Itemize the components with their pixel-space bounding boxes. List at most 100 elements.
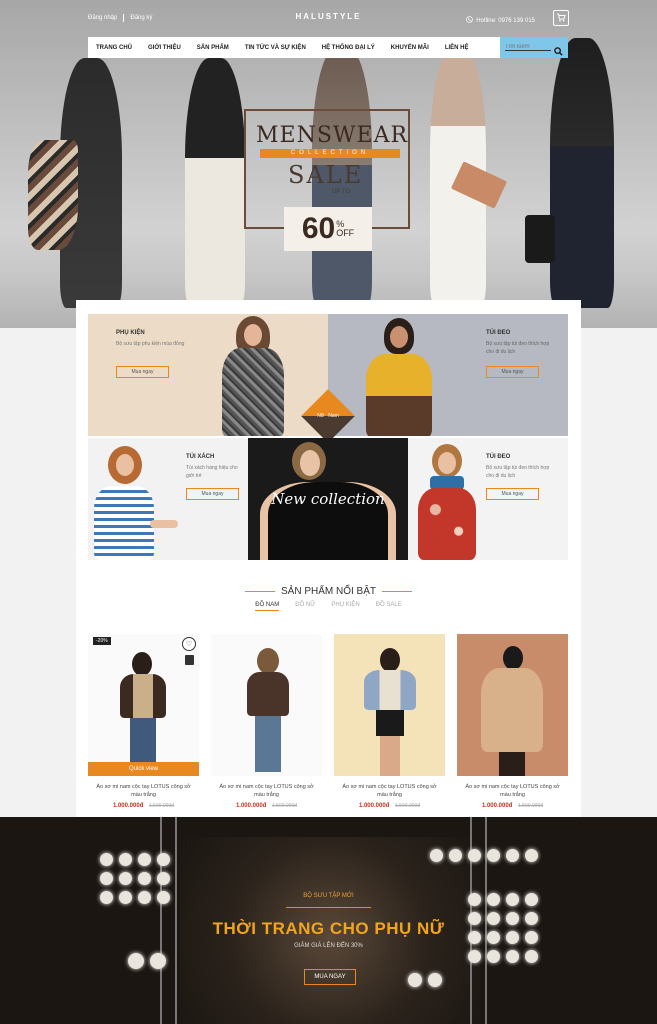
model-shirt xyxy=(94,486,154,560)
search-input[interactable] xyxy=(505,44,551,51)
banner-title: PHỤ KIỆN xyxy=(116,330,145,336)
title-line-left xyxy=(244,590,275,592)
model-shorts xyxy=(376,710,404,736)
buy-now-button[interactable]: Mua ngay xyxy=(116,366,169,378)
model-hand xyxy=(150,520,178,528)
cart-icon xyxy=(556,12,566,24)
nav-item-home[interactable]: TRANG CHỦ xyxy=(88,45,140,51)
product-name[interactable]: Áo sơ mi nam cộc tay LOTUS công sở màu t… xyxy=(211,783,322,799)
hero-model-2 xyxy=(185,58,245,308)
promo-line-menswear: MENSWEAR xyxy=(256,123,409,148)
product-model xyxy=(364,648,416,776)
model-face xyxy=(244,324,262,346)
nav-item-contact[interactable]: LIÊN HỆ xyxy=(437,45,477,51)
gender-male[interactable]: Nam xyxy=(328,413,339,419)
site-logo[interactable]: HALUSTYLE xyxy=(296,12,362,21)
nav-item-products[interactable]: SẢN PHẨM xyxy=(189,45,237,51)
banner-title: TÚI ĐEO xyxy=(486,330,511,336)
nav-item-promotions[interactable]: KHUYẾN MÃI xyxy=(383,45,437,51)
banner-phu-kien[interactable]: PHỤ KIỆN Bộ sưu tập phụ kiện mùa đông Mu… xyxy=(88,314,328,436)
model-face xyxy=(300,450,320,476)
hotline: Hotline: 0976 139 015 xyxy=(466,16,535,25)
hotline-text: Hotline: 0976 139 015 xyxy=(476,17,535,24)
buy-now-cta-button[interactable]: MUA NGAY xyxy=(304,969,356,985)
gender-switch[interactable]: Nữ Nam xyxy=(301,389,355,443)
tag-underline xyxy=(286,907,371,908)
gender-switch-labels: Nữ Nam xyxy=(309,397,347,435)
hero-banner: Đăng nhập Đăng ký HALUSTYLE Hotline: 097… xyxy=(0,0,657,328)
featured-tabs: ĐỒ NAM ĐỒ NỮ PHỤ KIỆN ĐỒ SALE xyxy=(76,602,581,611)
product-card[interactable]: Áo sơ mi nam cộc tay LOTUS công sở màu t… xyxy=(211,634,322,809)
model-jacket xyxy=(364,670,416,710)
auth-separator xyxy=(123,14,125,22)
tab-do-sale[interactable]: ĐỒ SALE xyxy=(376,602,402,611)
product-name[interactable]: Áo sơ mi nam cộc tay LOTUS công sở màu t… xyxy=(88,783,199,799)
product-card[interactable]: Áo sơ mi nam cộc tay LOTUS công sở màu t… xyxy=(334,634,445,809)
cart-button[interactable] xyxy=(553,10,569,26)
register-link[interactable]: Đăng ký xyxy=(130,15,152,21)
model-face xyxy=(390,326,408,348)
price-old: 1.500.000đ xyxy=(518,803,544,809)
model-hair xyxy=(132,652,152,676)
nav-item-about[interactable]: GIỚI THIỆU xyxy=(140,45,189,51)
banner-desc: Túi xách hàng hiệu cho giới trẻ xyxy=(186,465,238,479)
quick-view-button[interactable]: Quick view xyxy=(88,762,199,776)
tab-phu-kien[interactable]: PHỤ KIỆN xyxy=(331,602,359,611)
login-link[interactable]: Đăng nhập xyxy=(88,15,117,21)
product-name[interactable]: Áo sơ mi nam cộc tay LOTUS công sở màu t… xyxy=(334,783,445,799)
product-image[interactable]: -20% ♡ Quick view xyxy=(88,634,199,776)
stage-subtitle: GIẢM GIÁ LÊN ĐẾN 30% xyxy=(294,943,363,949)
sale-promo-box: MENSWEAR COLLECTION SALE UP TO 60 % OFF xyxy=(244,109,410,251)
model-face xyxy=(438,452,456,474)
discount-badge: -20% xyxy=(93,637,111,645)
nav-item-news[interactable]: TIN TỨC VÀ SỰ KIỆN xyxy=(237,45,314,51)
nav-item-agents[interactable]: HỆ THỐNG ĐẠI LÝ xyxy=(314,45,383,51)
promo-percent-box: 60 % OFF xyxy=(284,207,372,251)
price-current: 1.000.000đ xyxy=(112,803,144,809)
buy-now-button[interactable]: Mua ngay xyxy=(186,488,239,500)
top-bar: Đăng nhập Đăng ký HALUSTYLE Hotline: 097… xyxy=(88,10,569,26)
main-nav: TRANG CHỦ GIỚI THIỆU SẢN PHẨM TIN TỨC VÀ… xyxy=(88,37,568,58)
wishlist-button[interactable]: ♡ xyxy=(182,637,196,651)
banner-desc: Bộ sưu tập túi đeo thích hợp cho đi du l… xyxy=(486,465,550,479)
banner-tui-xach[interactable]: TÚI XÁCH Túi xách hàng hiệu cho giới trẻ… xyxy=(88,438,248,560)
banner-tui-deo-2[interactable]: TÚI ĐEO Bộ sưu tập túi đeo thích hợp cho… xyxy=(408,438,568,560)
model-hair xyxy=(503,646,523,670)
new-collection-tag: BỘ SƯU TẬP MỚI xyxy=(303,893,354,899)
product-card[interactable]: Áo sơ mi nam cộc tay LOTUS công sở màu t… xyxy=(457,634,568,809)
model-dress xyxy=(418,488,476,560)
product-card[interactable]: -20% ♡ Quick view Áo sơ mi nam cộc tay L… xyxy=(88,634,199,809)
product-price: 1.000.000đ 1.500.000đ xyxy=(457,803,568,809)
product-price: 1.000.000đ 1.500.000đ xyxy=(334,803,445,809)
promo-percent-suffix: % OFF xyxy=(336,220,354,238)
product-image[interactable] xyxy=(457,634,568,776)
shopping-bag-icon[interactable] xyxy=(185,655,194,665)
tab-do-nu[interactable]: ĐỒ NỮ xyxy=(295,602,315,611)
price-old: 1.500.000đ xyxy=(149,803,175,809)
promo-percent: 60 xyxy=(301,212,336,245)
banner-new-collection[interactable]: New collection xyxy=(248,438,408,560)
buy-now-button[interactable]: Mua ngay xyxy=(486,366,539,378)
stage-lights-top xyxy=(430,849,538,862)
tab-do-nam[interactable]: ĐỒ NAM xyxy=(255,602,280,611)
product-image[interactable] xyxy=(211,634,322,776)
price-current: 1.000.000đ xyxy=(358,803,390,809)
promo-line-collection: COLLECTION xyxy=(260,149,400,158)
model-hair xyxy=(257,648,279,674)
buy-now-button[interactable]: Mua ngay xyxy=(486,488,539,500)
banner-desc: Bộ sưu tập túi đeo thích hợp cho đi du l… xyxy=(486,341,550,355)
banner-model-floral xyxy=(414,442,480,560)
search-icon[interactable] xyxy=(554,43,563,56)
price-current: 1.000.000đ xyxy=(235,803,267,809)
product-price: 1.000.000đ 1.500.000đ xyxy=(211,803,322,809)
model-top xyxy=(247,672,289,716)
model-jeans xyxy=(255,716,281,772)
featured-title-text: SẢN PHẨM NỔI BẬT xyxy=(280,586,376,597)
content-card: PHỤ KIỆN Bộ sưu tập phụ kiện mùa đông Mu… xyxy=(76,300,581,817)
product-name[interactable]: Áo sơ mi nam cộc tay LOTUS công sở màu t… xyxy=(457,783,568,799)
model-top xyxy=(120,674,166,718)
product-image[interactable] xyxy=(334,634,445,776)
gender-female[interactable]: Nữ xyxy=(317,413,324,419)
stage-lights-lower-left xyxy=(128,953,166,969)
banner-tui-deo[interactable]: TÚI ĐEO Bộ sưu tập túi đeo thích hợp cho… xyxy=(328,314,568,436)
